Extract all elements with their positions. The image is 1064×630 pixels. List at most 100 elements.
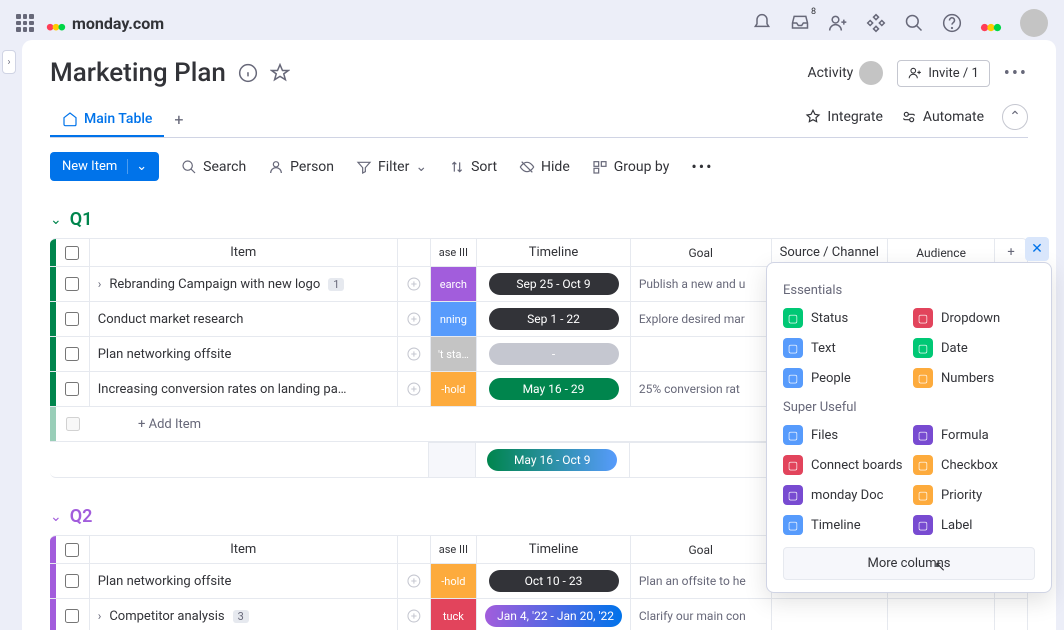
inbox-icon[interactable]: 8	[790, 13, 810, 33]
apps-menu-icon[interactable]	[16, 14, 34, 32]
updates-icon[interactable]	[397, 372, 430, 406]
audience-cell[interactable]	[887, 599, 994, 630]
column-header-item[interactable]: Item	[89, 536, 397, 563]
toolbar-more-menu[interactable]: •••	[691, 157, 713, 176]
chevron-down-icon[interactable]: ⌄	[127, 159, 147, 174]
column-header-item[interactable]: Item	[89, 239, 397, 266]
column-type-option[interactable]: ▢Files	[783, 425, 905, 445]
status-cell[interactable]: -hold	[430, 372, 477, 406]
goal-cell[interactable]: 25% conversion rat	[630, 372, 771, 406]
status-cell[interactable]: 't sta…	[430, 337, 477, 371]
sidebar-expand-handle[interactable]: ›	[2, 50, 16, 74]
updates-icon[interactable]	[397, 599, 430, 630]
board-options-menu[interactable]: •••	[1004, 63, 1028, 84]
column-header-phase[interactable]: ase III	[430, 239, 477, 266]
status-cell[interactable]: nning	[430, 302, 477, 336]
item-name-cell[interactable]: Conduct market research	[89, 302, 397, 336]
column-type-option[interactable]: ▢Priority	[913, 485, 1035, 505]
favorite-star-icon[interactable]	[270, 63, 290, 83]
invite-members-icon[interactable]	[828, 13, 848, 33]
timeline-cell[interactable]: May 16 - 29	[476, 372, 630, 406]
status-cell[interactable]: -hold	[430, 564, 477, 598]
activity-button[interactable]: Activity	[807, 61, 883, 85]
column-type-option[interactable]: ▢Connect boards	[783, 455, 905, 475]
updates-icon[interactable]	[397, 564, 430, 598]
column-type-option[interactable]: ▢Label	[913, 515, 1035, 535]
updates-icon[interactable]	[397, 267, 430, 301]
table-row[interactable]: › Competitor analysis 3 tuck Jan 4, '22 …	[50, 599, 1027, 630]
column-header-goal[interactable]: Goal	[630, 536, 771, 563]
group-title[interactable]: Q1	[70, 209, 93, 230]
column-type-option[interactable]: ▢Timeline	[783, 515, 905, 535]
item-name-cell[interactable]: Plan networking offsite	[89, 337, 397, 371]
column-header-updates[interactable]	[397, 239, 430, 266]
hide-button[interactable]: Hide	[519, 159, 570, 175]
source-cell[interactable]	[771, 599, 888, 630]
row-checkbox[interactable]	[65, 347, 79, 361]
timeline-cell[interactable]: Sep 25 - Oct 9	[476, 267, 630, 301]
column-type-option[interactable]: ▢Date	[913, 338, 1035, 358]
brand-logo[interactable]: monday.com	[46, 13, 164, 33]
column-type-option[interactable]: ▢People	[783, 368, 905, 388]
add-item-button[interactable]: + Add Item	[90, 407, 201, 441]
collapse-header-button[interactable]: ⌃	[1002, 104, 1028, 130]
updates-icon[interactable]	[397, 302, 430, 336]
timeline-cell[interactable]: Sep 1 - 22	[476, 302, 630, 336]
search-button[interactable]: Search	[181, 159, 246, 175]
row-checkbox[interactable]	[65, 312, 79, 326]
apps-icon[interactable]	[866, 13, 886, 33]
search-icon[interactable]	[904, 13, 924, 33]
goal-cell[interactable]: Publish a new and u	[630, 267, 771, 301]
automate-button[interactable]: Automate	[901, 109, 984, 125]
updates-icon[interactable]	[397, 337, 430, 371]
notifications-icon[interactable]	[752, 13, 772, 33]
product-switcher-icon[interactable]	[980, 12, 1002, 34]
column-type-option[interactable]: ▢Formula	[913, 425, 1035, 445]
timeline-cell[interactable]: -	[476, 337, 630, 371]
column-type-option[interactable]: ▢monday Doc	[783, 485, 905, 505]
item-name-cell[interactable]: › Rebranding Campaign with new logo 1	[89, 267, 397, 301]
user-avatar[interactable]	[1020, 9, 1048, 37]
more-columns-button[interactable]: More columns↖	[783, 547, 1035, 580]
goal-cell[interactable]	[630, 337, 771, 371]
row-checkbox[interactable]	[65, 609, 79, 623]
column-type-option[interactable]: ▢Text	[783, 338, 905, 358]
item-name-cell[interactable]: › Competitor analysis 3	[89, 599, 397, 630]
column-type-option[interactable]: ▢Numbers	[913, 368, 1035, 388]
help-icon[interactable]	[942, 13, 962, 33]
column-header-updates[interactable]	[397, 536, 430, 563]
column-header-phase[interactable]: ase III	[430, 536, 477, 563]
tab-main-table[interactable]: Main Table	[50, 103, 164, 137]
select-all-checkbox[interactable]	[65, 543, 79, 557]
select-all-checkbox[interactable]	[65, 246, 79, 260]
column-type-option[interactable]: ▢Dropdown	[913, 308, 1035, 328]
new-item-button[interactable]: New Item⌄	[50, 152, 159, 181]
status-cell[interactable]: earch	[430, 267, 477, 301]
expand-subitems-icon[interactable]: ›	[98, 277, 102, 291]
item-name-cell[interactable]: Plan networking offsite	[89, 564, 397, 598]
sort-button[interactable]: Sort	[449, 159, 497, 175]
expand-subitems-icon[interactable]: ›	[98, 609, 102, 623]
board-title[interactable]: Marketing Plan	[50, 58, 226, 88]
goal-cell[interactable]: Plan an offsite to he	[630, 564, 771, 598]
group-title[interactable]: Q2	[70, 506, 93, 527]
filter-button[interactable]: Filter⌄	[356, 159, 427, 175]
add-view-button[interactable]: +	[164, 102, 193, 137]
goal-cell[interactable]: Clarify our main con	[630, 599, 771, 630]
goal-cell[interactable]: Explore desired mar	[630, 302, 771, 336]
group-collapse-icon[interactable]: ⌄	[50, 212, 62, 228]
column-header-timeline[interactable]: Timeline	[476, 536, 630, 563]
row-checkbox[interactable]	[65, 574, 79, 588]
person-filter-button[interactable]: Person	[268, 159, 334, 175]
column-type-option[interactable]: ▢Status	[783, 308, 905, 328]
integrate-button[interactable]: Integrate	[805, 109, 883, 125]
row-checkbox[interactable]	[65, 277, 79, 291]
invite-button[interactable]: Invite / 1	[897, 60, 989, 87]
timeline-cell[interactable]: Jan 4, '22 - Jan 20, '22	[476, 599, 630, 630]
column-header-goal[interactable]: Goal	[630, 239, 771, 266]
item-name-cell[interactable]: Increasing conversion rates on landing p…	[89, 372, 397, 406]
info-icon[interactable]	[238, 63, 258, 83]
column-type-option[interactable]: ▢Checkbox	[913, 455, 1035, 475]
group-by-button[interactable]: Group by	[592, 159, 670, 175]
status-cell[interactable]: tuck	[430, 599, 477, 630]
